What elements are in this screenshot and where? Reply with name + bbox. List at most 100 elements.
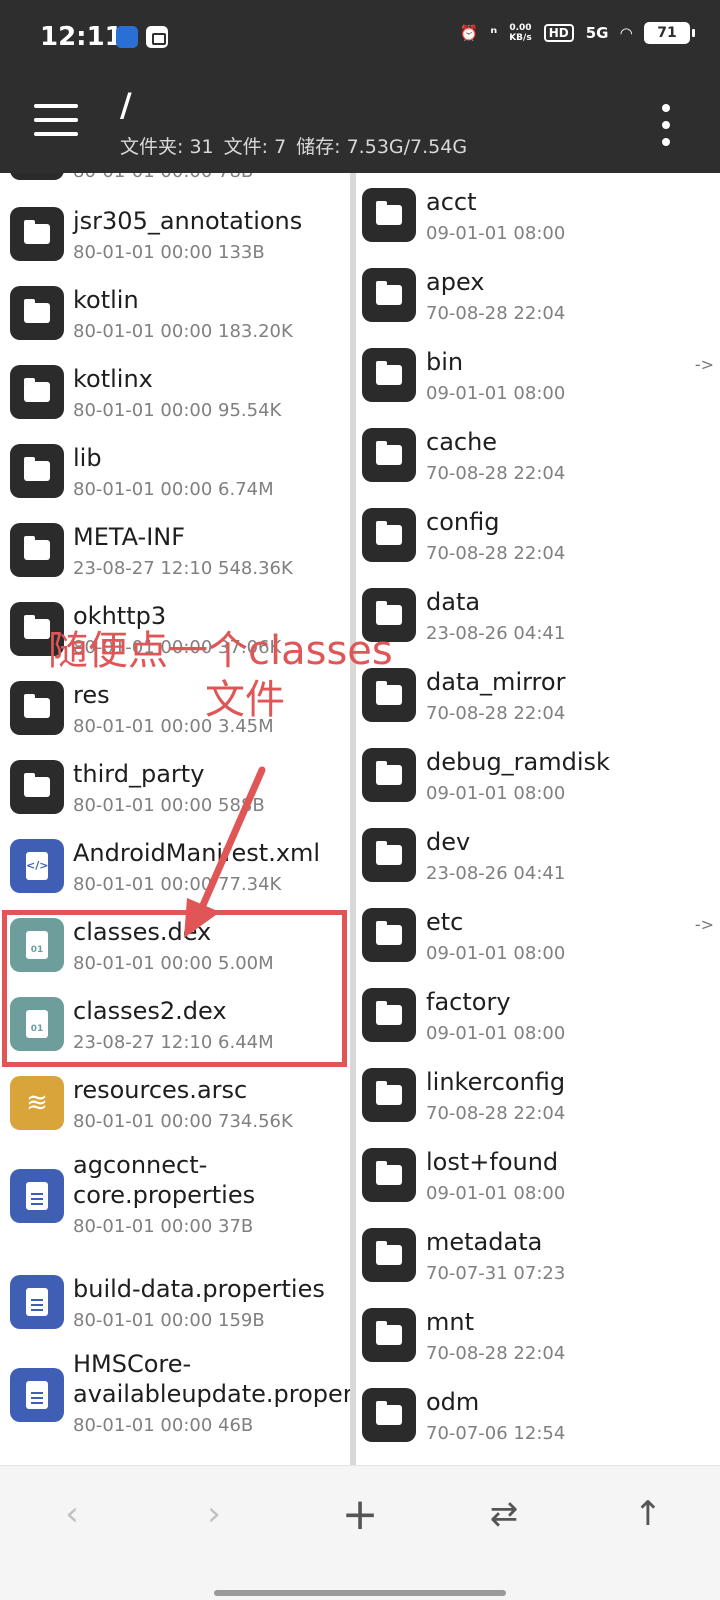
- list-item[interactable]: cache 70-08-28 22:04: [362, 417, 720, 497]
- list-item[interactable]: jsr305_annotations 80-01-01 00:00 133B: [0, 196, 350, 276]
- add-icon[interactable]: +: [330, 1484, 390, 1544]
- document-icon: [10, 1368, 64, 1422]
- item-meta: 70-08-28 22:04: [426, 1343, 566, 1364]
- item-meta: 80-01-01 00:00 588B: [73, 795, 265, 816]
- item-name: odm: [426, 1388, 480, 1416]
- item-meta: 09-01-01 08:00: [426, 383, 566, 404]
- list-item[interactable]: </> AndroidManifest.xml 80-01-01 00:00 7…: [0, 828, 350, 908]
- folder-icon: [362, 1228, 416, 1282]
- folder-icon: [10, 444, 64, 498]
- forward-arrow-icon[interactable]: ›: [184, 1484, 244, 1544]
- item-meta: 09-01-01 08:00: [426, 1183, 566, 1204]
- right-file-pane[interactable]: acct 09-01-01 08:00 apex 70-08-28 22:04 …: [362, 173, 720, 1465]
- left-file-pane[interactable]: 80-01-01 00:00 78B jsr305_annotations 80…: [0, 173, 356, 1465]
- list-item[interactable]: apex 70-08-28 22:04: [362, 257, 720, 337]
- list-item[interactable]: 80-01-01 00:00 78B: [0, 173, 350, 195]
- storage-info: 储存: 7.53G/7.54G: [296, 136, 468, 158]
- list-item[interactable]: ≋ resources.arsc 80-01-01 00:00 734.56K: [0, 1065, 350, 1145]
- list-item[interactable]: acct 09-01-01 08:00: [362, 177, 720, 257]
- folder-icon: [362, 988, 416, 1042]
- item-name: factory: [426, 988, 511, 1016]
- nfc-icon: ⁿ: [490, 24, 498, 42]
- list-item[interactable]: dev 23-08-26 04:41: [362, 817, 720, 897]
- folder-icon: [362, 748, 416, 802]
- item-name: debug_ramdisk: [426, 748, 610, 776]
- gallery-notification-icon: [146, 26, 168, 48]
- dex-file-icon: 01: [10, 918, 64, 972]
- more-options-icon[interactable]: [658, 104, 674, 146]
- list-item[interactable]: metadata 70-07-31 07:23: [362, 1217, 720, 1297]
- folder-icon: [362, 1068, 416, 1122]
- list-item[interactable]: data 23-08-26 04:41: [362, 577, 720, 657]
- item-meta: 80-01-01 00:00 37B: [73, 1216, 254, 1237]
- item-name: third_party: [73, 760, 205, 788]
- hamburger-menu-icon[interactable]: [32, 100, 80, 140]
- item-meta: 23-08-26 04:41: [426, 863, 566, 884]
- item-name: lost+found: [426, 1148, 559, 1176]
- folder-icon: [362, 268, 416, 322]
- list-item[interactable]: third_party 80-01-01 00:00 588B: [0, 749, 350, 829]
- folder-icon: [10, 365, 64, 419]
- list-item[interactable]: kotlinx 80-01-01 00:00 95.54K: [0, 354, 350, 434]
- hd-badge: HD: [543, 24, 574, 42]
- dex-file-icon: 01: [10, 997, 64, 1051]
- list-item[interactable]: debug_ramdisk 09-01-01 08:00: [362, 737, 720, 817]
- item-meta: 09-01-01 08:00: [426, 943, 566, 964]
- list-item[interactable]: build-data.properties 80-01-01 00:00 159…: [0, 1264, 350, 1344]
- item-meta: 70-07-31 07:23: [426, 1263, 566, 1284]
- item-meta: 23-08-26 04:41: [426, 623, 566, 644]
- list-item[interactable]: lost+found 09-01-01 08:00: [362, 1137, 720, 1217]
- list-item[interactable]: kotlin 80-01-01 00:00 183.20K: [0, 275, 350, 355]
- list-item[interactable]: factory 09-01-01 08:00: [362, 977, 720, 1057]
- item-name: cache: [426, 428, 498, 456]
- list-item[interactable]: META-INF 23-08-27 12:10 548.36K: [0, 512, 350, 592]
- item-name: okhttp3: [73, 602, 167, 630]
- list-item[interactable]: data_mirror 70-08-28 22:04: [362, 657, 720, 737]
- item-name: kotlinx: [73, 365, 153, 393]
- folder-icon: [362, 1148, 416, 1202]
- folder-icon: [362, 428, 416, 482]
- gesture-nav-bar[interactable]: [214, 1590, 506, 1596]
- list-item[interactable]: mnt 70-08-28 22:04: [362, 1297, 720, 1377]
- item-meta: 80-01-01 00:00 78B: [73, 173, 253, 182]
- net-speed-unit: KB/s: [509, 33, 532, 43]
- item-meta: 09-01-01 08:00: [426, 1023, 566, 1044]
- item-name: AndroidManifest.xml: [73, 839, 321, 867]
- back-arrow-icon[interactable]: ‹: [42, 1484, 102, 1544]
- list-item[interactable]: config 70-08-28 22:04: [362, 497, 720, 577]
- swap-panes-icon[interactable]: ⇄: [474, 1484, 534, 1544]
- item-name: build-data.properties: [73, 1275, 325, 1303]
- folder-icon: [362, 348, 416, 402]
- folder-icon: [362, 508, 416, 562]
- list-item[interactable]: okhttp3 80-01-01 00:00 37.06K: [0, 591, 350, 671]
- wifi-icon: ◠: [620, 24, 632, 42]
- document-icon: [10, 1275, 64, 1329]
- parent-directory-icon[interactable]: ↑: [618, 1484, 678, 1544]
- alarm-icon: ⏰: [459, 24, 479, 42]
- list-item[interactable]: res 80-01-01 00:00 3.45M: [0, 670, 350, 750]
- current-path: /: [120, 86, 132, 124]
- item-name: mnt: [426, 1308, 474, 1336]
- list-item[interactable]: etc 09-01-01 08:00 ->: [362, 897, 720, 977]
- bottom-toolbar: ‹ › + ⇄ ↑: [0, 1465, 720, 1600]
- item-name: data: [426, 588, 481, 616]
- list-item[interactable]: lib 80-01-01 00:00 6.74M: [0, 433, 350, 513]
- item-meta: 80-01-01 00:00 37.06K: [73, 637, 282, 658]
- list-item[interactable]: agconnect-core.properties 80-01-01 00:00…: [0, 1144, 350, 1254]
- item-meta: 23-08-27 12:10 548.36K: [73, 558, 293, 579]
- folder-icon: [10, 523, 64, 577]
- battery-icon: 71: [644, 22, 695, 44]
- path-summary: 文件夹: 31 文件: 7 储存: 7.53G/7.54G: [120, 132, 467, 159]
- list-item[interactable]: bin 09-01-01 08:00 ->: [362, 337, 720, 417]
- list-item[interactable]: HMSCore-availableupdate.properties 80-01…: [0, 1343, 350, 1453]
- item-name: metadata: [426, 1228, 543, 1256]
- symlink-arrow: ->: [694, 355, 714, 374]
- list-item[interactable]: odm 70-07-06 12:54: [362, 1377, 720, 1457]
- list-item[interactable]: 01 classes.dex 80-01-01 00:00 5.00M: [0, 907, 350, 987]
- item-name: data_mirror: [426, 668, 566, 696]
- list-item[interactable]: 01 classes2.dex 23-08-27 12:10 6.44M: [0, 986, 350, 1066]
- item-meta: 80-01-01 00:00 734.56K: [73, 1111, 293, 1132]
- net-speed: 0.00 KB/s: [509, 23, 531, 43]
- list-item[interactable]: linkerconfig 70-08-28 22:04: [362, 1057, 720, 1137]
- item-name: classes.dex: [73, 918, 212, 946]
